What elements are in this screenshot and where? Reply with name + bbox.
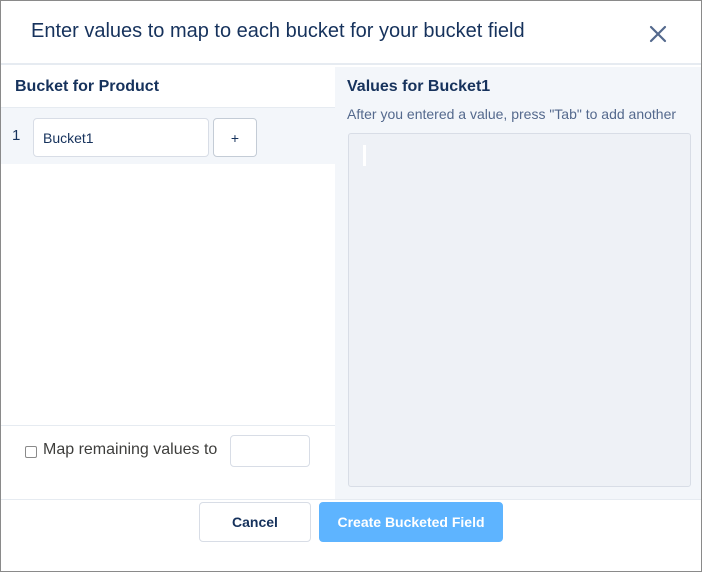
text-cursor bbox=[363, 145, 366, 166]
create-bucketed-field-button[interactable]: Create Bucketed Field bbox=[319, 502, 503, 542]
bucket-values-panel: Values for Bucket1 After you entered a v… bbox=[335, 67, 701, 499]
dialog-title: Enter values to map to each bucket for y… bbox=[31, 20, 525, 42]
bucket-list-title: Bucket for Product bbox=[15, 78, 160, 95]
bucket-row[interactable]: 1 + bbox=[1, 108, 335, 164]
map-remaining-section: Map remaining values to bbox=[1, 425, 335, 499]
bucket-list-panel: Bucket for Product 1 + Map remaining val… bbox=[1, 67, 335, 499]
dialog-header: Enter values to map to each bucket for y… bbox=[1, 1, 701, 65]
map-remaining-input[interactable] bbox=[230, 435, 310, 467]
close-icon[interactable] bbox=[645, 21, 671, 47]
add-bucket-button[interactable]: + bbox=[213, 118, 257, 157]
map-remaining-checkbox[interactable] bbox=[25, 446, 37, 458]
dialog-footer: Cancel Create Bucketed Field bbox=[1, 499, 701, 571]
bucket-name-input[interactable] bbox=[33, 118, 209, 157]
cancel-button[interactable]: Cancel bbox=[199, 502, 311, 542]
bucket-list-header: Bucket for Product bbox=[1, 67, 335, 108]
bucket-values-textarea[interactable] bbox=[348, 133, 691, 487]
map-remaining-label: Map remaining values to bbox=[43, 441, 218, 458]
bucket-values-hint: After you entered a value, press "Tab" t… bbox=[347, 106, 677, 122]
bucket-values-title: Values for Bucket1 bbox=[347, 78, 491, 95]
close-button[interactable] bbox=[645, 21, 671, 47]
bucket-row-number: 1 bbox=[12, 127, 21, 144]
bucket-field-dialog: Enter values to map to each bucket for y… bbox=[0, 0, 702, 572]
